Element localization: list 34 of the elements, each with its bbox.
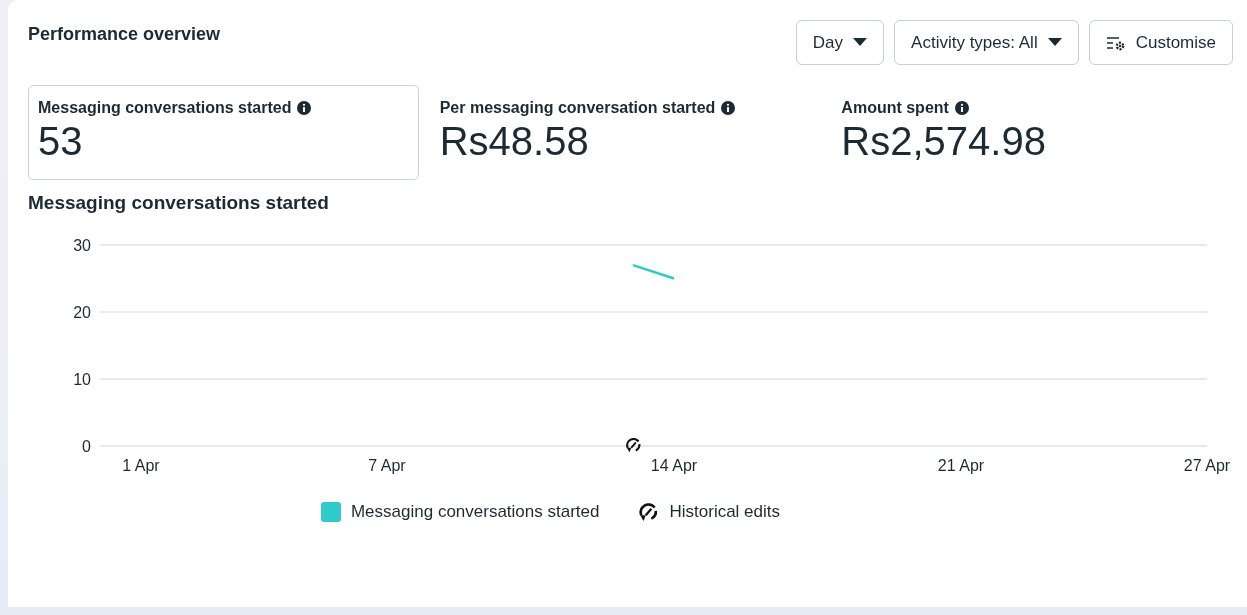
y-axis-label: 0 xyxy=(82,438,91,455)
metric-card[interactable]: Per messaging conversation started Rs48.58 xyxy=(429,85,821,180)
info-icon[interactable] xyxy=(954,101,969,115)
y-axis-label: 20 xyxy=(73,304,91,321)
y-axis-label: 30 xyxy=(73,237,91,254)
legend-label: Historical edits xyxy=(669,502,781,522)
settings-icon xyxy=(1105,34,1126,51)
metric-card[interactable]: Messaging conversations started 53 xyxy=(28,85,419,180)
section-title: Performance overview xyxy=(28,24,221,45)
dropdown-button[interactable]: Day xyxy=(795,20,885,65)
gauge-edit-icon[interactable] xyxy=(626,438,641,453)
data-line xyxy=(632,263,675,280)
legend-label: Messaging conversations started xyxy=(350,502,600,522)
info-icon[interactable] xyxy=(721,101,736,115)
metric-label: Messaging conversations started xyxy=(38,99,292,117)
gauge-edit-icon xyxy=(637,502,660,522)
y-axis-label: 10 xyxy=(73,371,91,388)
x-axis-label: 27 Apr xyxy=(1183,457,1231,474)
x-axis-label: 14 Apr xyxy=(650,457,698,474)
dropdown-button[interactable]: Activity types: All xyxy=(894,20,1079,65)
metric-value: 53 xyxy=(38,119,84,163)
x-axis-label: 21 Apr xyxy=(937,457,985,474)
info-icon[interactable] xyxy=(297,101,312,115)
chart-title: Messaging conversations started xyxy=(28,192,330,214)
customise-button[interactable]: Customise xyxy=(1088,20,1233,65)
metric-label: Per messaging conversation started xyxy=(439,99,716,117)
x-axis-label: 7 Apr xyxy=(368,457,406,474)
x-axis-label: 1 Apr xyxy=(122,457,160,474)
metric-label: Amount spent xyxy=(841,99,949,117)
caret-icon xyxy=(1047,38,1062,47)
metric-value: Rs2,574.98 xyxy=(841,119,1047,163)
caret-icon xyxy=(853,38,868,47)
metric-card[interactable]: Amount spent Rs2,574.98 xyxy=(831,85,1222,180)
metric-value: Rs48.58 xyxy=(439,119,590,163)
